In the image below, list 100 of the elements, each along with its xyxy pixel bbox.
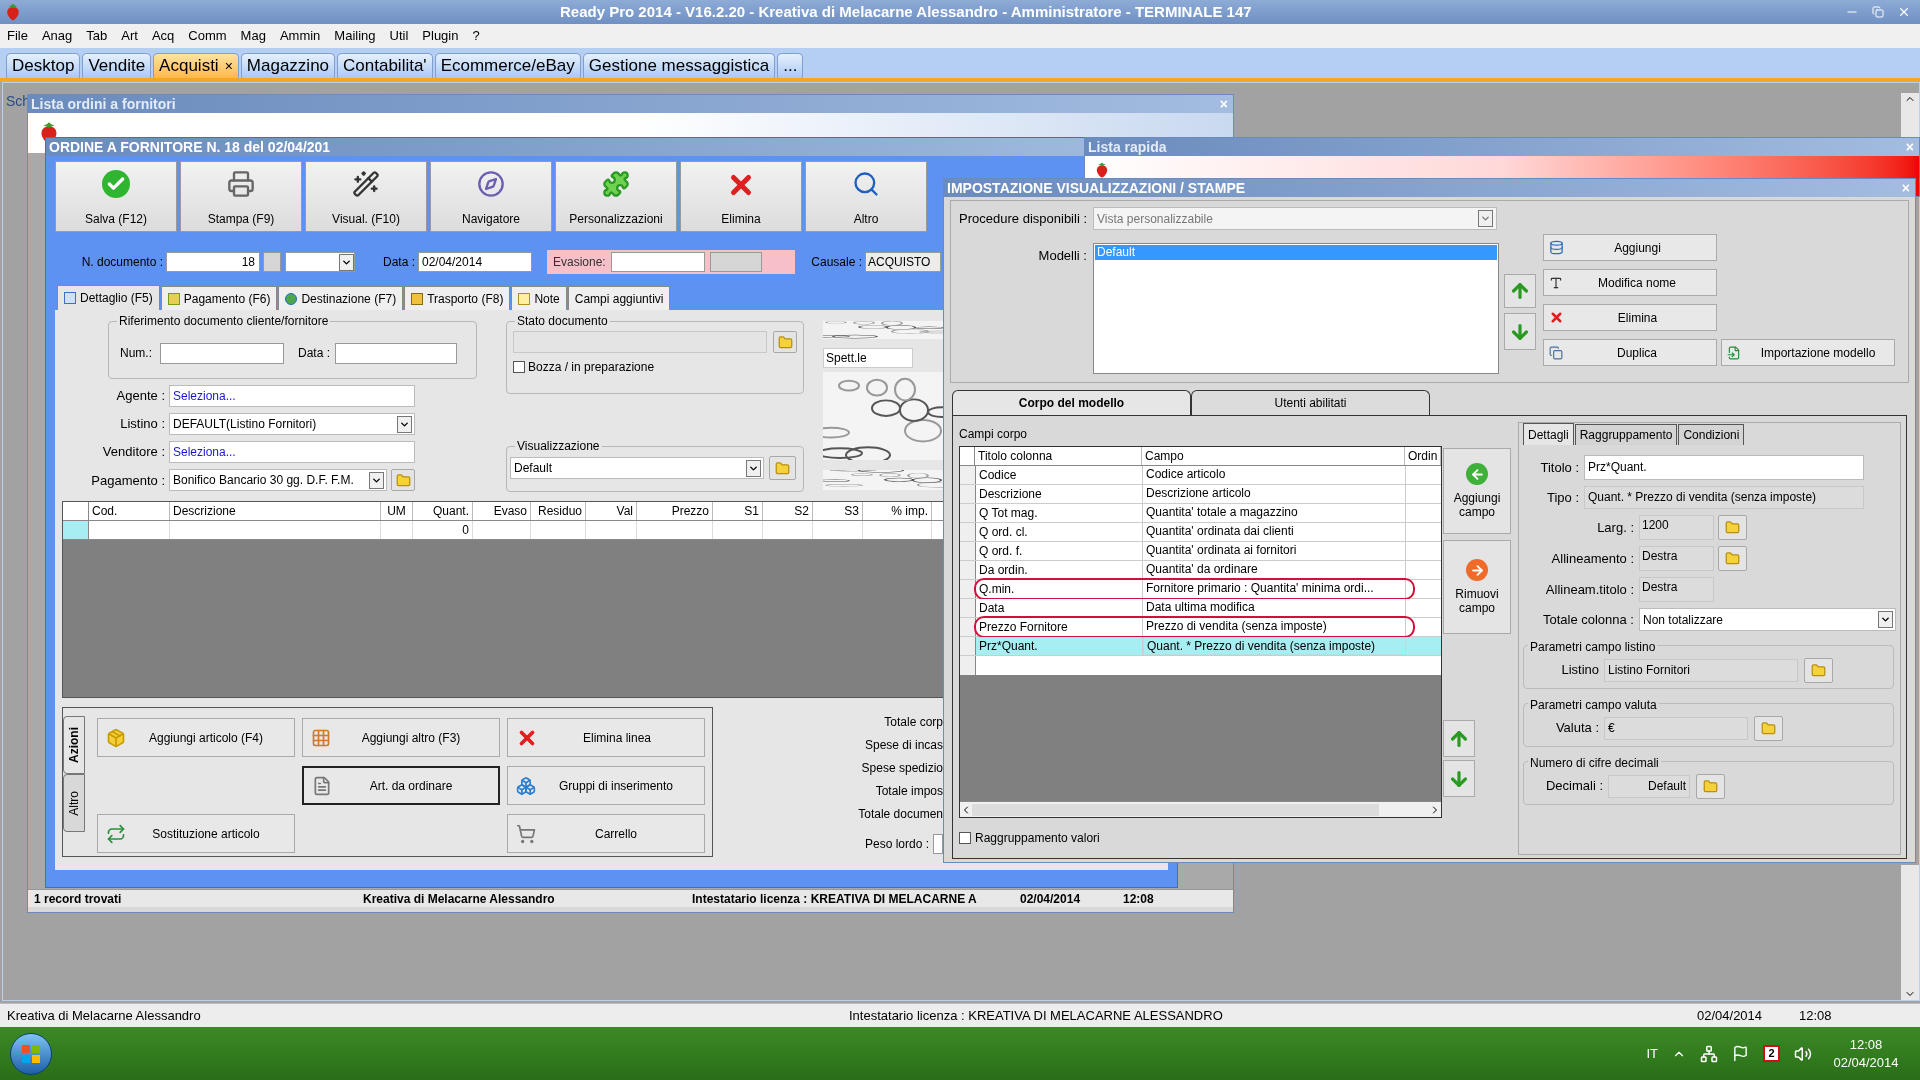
- column-header[interactable]: Evaso: [473, 502, 531, 520]
- action-button[interactable]: Gruppi di inserimento: [507, 766, 705, 805]
- remove-field-button[interactable]: Rimuovi campo: [1443, 540, 1511, 634]
- folder-button[interactable]: [1754, 715, 1783, 741]
- delivery-field[interactable]: [710, 252, 762, 272]
- alignment-field[interactable]: Destra: [1639, 546, 1714, 571]
- flag-icon[interactable]: [1732, 1045, 1749, 1062]
- calendar-badge[interactable]: 2: [1763, 1045, 1780, 1062]
- dropdown[interactable]: Bonifico Bancario 30 gg. D.F. F.M.: [169, 469, 387, 492]
- speaker-icon[interactable]: [1794, 1044, 1812, 1063]
- column-header[interactable]: Quant.: [413, 502, 473, 520]
- parameter-field[interactable]: €: [1604, 716, 1748, 740]
- column-header[interactable]: % imp.: [863, 502, 932, 520]
- module-tab[interactable]: Contabilita': [337, 53, 433, 78]
- column-header[interactable]: Ordin: [1405, 447, 1441, 465]
- tab[interactable]: Dettaglio (F5): [57, 285, 160, 310]
- table-row[interactable]: Q.min. Fornitore primario : Quantita' minima ordi...: [960, 580, 1441, 599]
- folder-button[interactable]: [391, 469, 415, 492]
- add-field-button[interactable]: Aggiungi campo: [1443, 448, 1511, 534]
- tab[interactable]: Raggruppamento: [1574, 424, 1678, 445]
- module-tab[interactable]: Magazzino: [240, 53, 336, 78]
- module-tab[interactable]: Acquisti ×: [153, 53, 239, 78]
- table-row[interactable]: Data Data ultima modifica: [960, 599, 1441, 618]
- action-button[interactable]: Elimina linea: [507, 718, 705, 757]
- toolbar-button[interactable]: Visual. (F10): [305, 161, 427, 232]
- dropdown[interactable]: Vista personalizzabile: [1093, 207, 1497, 230]
- menu-item[interactable]: Ammin: [274, 26, 326, 46]
- tab[interactable]: Corpo del modello: [952, 390, 1191, 415]
- menu-item[interactable]: Mag: [235, 26, 271, 46]
- action-button[interactable]: Aggiungi altro (F3): [302, 718, 500, 757]
- action-button[interactable]: Sostituzione articolo: [97, 814, 295, 853]
- menu-item[interactable]: Acq: [146, 26, 180, 46]
- action-button[interactable]: Art. da ordinare: [302, 766, 500, 805]
- clock[interactable]: 12:08 02/04/2014: [1826, 1035, 1906, 1072]
- model-button[interactable]: Duplica: [1543, 339, 1717, 366]
- table-row[interactable]: Descrizione Descrizione articolo: [960, 485, 1441, 504]
- toolbar-button[interactable]: Stampa (F9): [180, 161, 302, 232]
- checkbox[interactable]: [513, 361, 525, 373]
- toolbar-button[interactable]: Salva (F12): [55, 161, 177, 232]
- status-field[interactable]: [513, 331, 767, 353]
- tab[interactable]: Pagamento (F6): [160, 286, 278, 310]
- document-number-field[interactable]: 18: [166, 252, 260, 272]
- date-field[interactable]: 02/04/2014: [418, 252, 532, 272]
- column-header[interactable]: Campo: [1142, 447, 1405, 465]
- menu-item[interactable]: Art: [116, 26, 143, 46]
- move-up-button[interactable]: [1443, 720, 1475, 757]
- network-icon[interactable]: [1700, 1044, 1718, 1063]
- tab[interactable]: Note: [511, 286, 567, 310]
- column-header[interactable]: Cod.: [89, 502, 170, 520]
- weight-field[interactable]: [933, 834, 943, 854]
- select-field[interactable]: Seleziona...: [169, 441, 415, 464]
- reference-number-field[interactable]: [160, 342, 284, 364]
- vertical-scrollbar[interactable]: [1901, 865, 1919, 1000]
- menu-item[interactable]: File: [2, 26, 33, 46]
- move-down-button[interactable]: [1504, 313, 1536, 350]
- module-tab[interactable]: Desktop: [6, 53, 81, 78]
- tab[interactable]: Trasporto (F8): [404, 286, 511, 310]
- table-row[interactable]: Q Tot mag. Quantita' totale a magazzino: [960, 504, 1441, 523]
- menu-item[interactable]: Mailing: [329, 26, 381, 46]
- action-button[interactable]: Carrello: [507, 814, 705, 853]
- folder-button[interactable]: [1718, 515, 1747, 540]
- model-button[interactable]: Modifica nome: [1543, 269, 1717, 296]
- menu-item[interactable]: Plugin: [417, 26, 464, 46]
- table-row[interactable]: Prezzo Fornitore Prezzo di vendita (senza imposte): [960, 618, 1441, 637]
- select-field[interactable]: Seleziona...: [169, 384, 415, 407]
- dropdown[interactable]: Non totalizzare: [1639, 608, 1896, 631]
- dropdown[interactable]: [285, 252, 355, 272]
- title-alignment-field[interactable]: Destra: [1639, 577, 1714, 602]
- column-header[interactable]: S2: [763, 502, 813, 520]
- import-button[interactable]: Importazione modello: [1721, 339, 1895, 366]
- toolbar-button[interactable]: Altro: [805, 161, 927, 232]
- column-header[interactable]: S1: [713, 502, 763, 520]
- column-header[interactable]: Titolo colonna: [975, 447, 1142, 465]
- model-button[interactable]: Aggiungi: [1543, 234, 1717, 261]
- start-button[interactable]: [10, 1032, 52, 1075]
- dropdown[interactable]: DEFAULT(Listino Fornitori): [169, 413, 415, 436]
- tab[interactable]: Campi aggiuntivi: [567, 286, 671, 310]
- toolbar-button[interactable]: Navigatore: [430, 161, 552, 232]
- toolbar-button[interactable]: Elimina: [680, 161, 802, 232]
- menu-item[interactable]: Tab: [81, 26, 113, 46]
- menu-item[interactable]: Anag: [36, 26, 78, 46]
- salutation-field[interactable]: Spett.le: [823, 348, 913, 368]
- column-header[interactable]: S3: [813, 502, 863, 520]
- module-tab[interactable]: Gestione messaggistica: [582, 53, 776, 78]
- width-field[interactable]: 1200: [1639, 515, 1714, 540]
- table-row[interactable]: Q ord. f. Quantita' ordinata ai fornitori: [960, 542, 1441, 561]
- language-indicator[interactable]: IT: [1646, 1043, 1658, 1064]
- dropdown[interactable]: Default: [510, 457, 764, 479]
- menu-item[interactable]: ?: [467, 26, 485, 46]
- folder-button[interactable]: [1696, 773, 1725, 799]
- title-field[interactable]: Prz*Quant.: [1584, 455, 1864, 480]
- move-up-button[interactable]: [1504, 274, 1536, 308]
- table-row[interactable]: Codice Codice articolo: [960, 466, 1441, 485]
- parameter-field[interactable]: Default: [1608, 774, 1690, 798]
- reason-field[interactable]: ACQUISTO: [865, 252, 941, 272]
- menu-item[interactable]: Comm: [183, 26, 232, 46]
- module-tab[interactable]: Ecommerce/eBay: [434, 53, 581, 78]
- tab[interactable]: Utenti abilitati: [1191, 390, 1430, 415]
- folder-button[interactable]: [1804, 657, 1833, 683]
- close-tab-icon[interactable]: ×: [224, 55, 233, 77]
